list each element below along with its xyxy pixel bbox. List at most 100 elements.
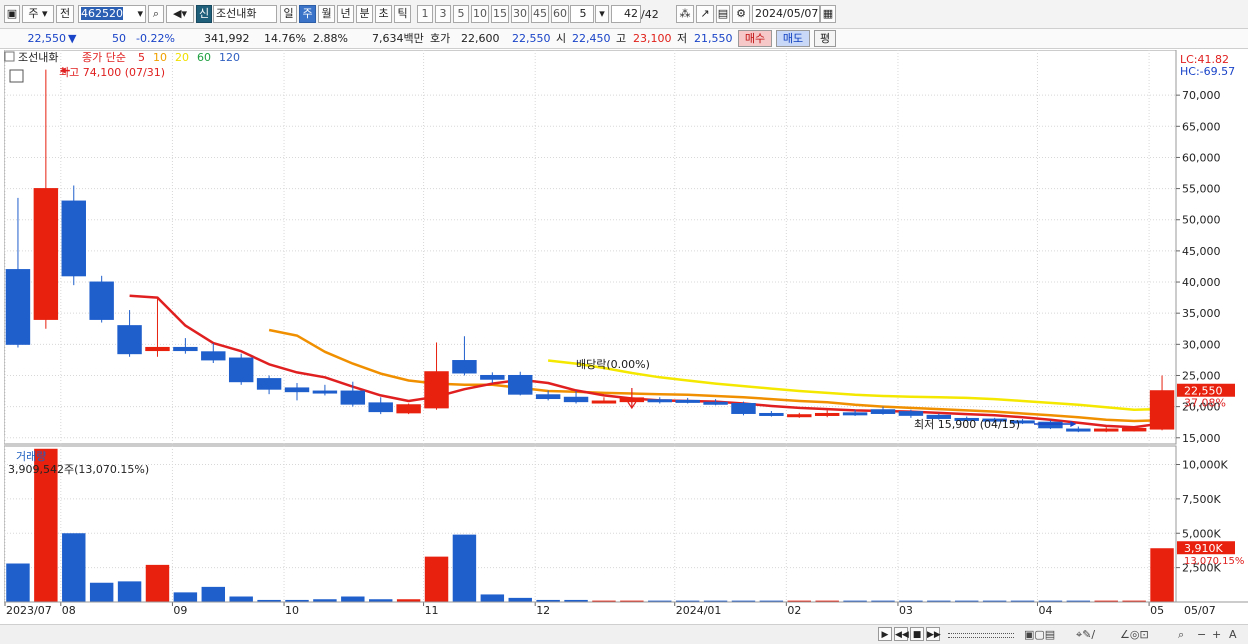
page-total: /42 <box>641 8 659 21</box>
zoom-in-icon[interactable]: + <box>1212 628 1221 641</box>
code-value: 462520 <box>81 7 123 20</box>
sell-button[interactable]: 매도 <box>776 30 810 47</box>
period-number-5[interactable]: 5 <box>453 5 469 23</box>
save-icon[interactable]: ▤ <box>716 5 730 23</box>
candle-body <box>452 360 477 374</box>
candle-body <box>842 412 868 416</box>
font-size-icon[interactable]: A <box>1229 628 1237 641</box>
legend-item-120: 120 <box>219 51 240 64</box>
zoom-out-icon[interactable]: − <box>1197 628 1206 641</box>
volume-bar <box>62 533 86 602</box>
market-select[interactable]: 주 ▾ <box>22 5 54 23</box>
candle-body <box>480 374 505 380</box>
scroll-right-icon[interactable]: ▶ <box>878 627 892 641</box>
high-annotation: 최고 74,100 (07/31) <box>59 66 165 79</box>
price-tick-label: 45,000 <box>1182 245 1221 258</box>
period-tab-0[interactable]: 일 <box>280 5 297 23</box>
period-number-45[interactable]: 45 <box>531 5 549 23</box>
time-tick-label: 04 <box>1038 604 1052 617</box>
calculator-icon[interactable] <box>9 69 24 83</box>
search-icon[interactable]: ⌕ <box>148 5 164 23</box>
draw-tools-icon[interactable]: ∠◎⊡ <box>1120 628 1149 641</box>
layout-icon[interactable]: ▣▢▤ <box>1024 628 1055 641</box>
volume-title: 거래량 <box>16 450 46 463</box>
time-tick-label: 02 <box>787 604 801 617</box>
period-tab-6[interactable]: 틱 <box>394 5 411 23</box>
period-number-1[interactable]: 1 <box>417 5 433 23</box>
candle-body <box>870 409 896 414</box>
main-toolbar: ▣ 주 ▾ 전 462520 ▾ ⌕ ◀▾ 신 조선내화 일주월년분초틱 1351… <box>0 0 1248 29</box>
period-number-10[interactable]: 10 <box>471 5 489 23</box>
volume-bar <box>201 586 226 602</box>
quote-value-2: 22,550 <box>512 32 551 45</box>
candle-body <box>33 188 59 320</box>
rewind-icon[interactable]: ◀◀ <box>894 627 909 641</box>
period-tab-4[interactable]: 분 <box>356 5 373 23</box>
time-tick-label: 09 <box>173 604 187 617</box>
crosshair-icon[interactable]: ⌖✎∕ <box>1076 628 1095 642</box>
avg-button[interactable]: 평 <box>814 30 836 47</box>
stock-chart[interactable]: 70,000 65,000 60,000 55,000 50,000 45,000 40,0… <box>4 50 1248 624</box>
stop-icon[interactable]: ■ <box>910 627 924 641</box>
panel-collapse-icon[interactable] <box>4 51 15 62</box>
high-value: 23,100 <box>633 32 672 45</box>
page-input[interactable]: 42 <box>611 5 641 23</box>
candle-body <box>1149 390 1175 430</box>
candle-body <box>256 378 282 390</box>
count-input[interactable]: 5 <box>570 5 594 23</box>
period-number-30[interactable]: 30 <box>511 5 529 23</box>
high-label: 고 <box>616 32 627 45</box>
quote-info-bar: 22,550 ▼ 50 -0.22% 341,992 14.76% 2.88% … <box>0 29 1248 49</box>
date-input[interactable]: 2024/05/07 <box>752 5 820 23</box>
volume-bar <box>452 534 477 602</box>
time-tick-label: 03 <box>899 604 913 617</box>
period-tab-1[interactable]: 주 <box>299 5 316 23</box>
candle-body <box>340 390 366 405</box>
period-number-15[interactable]: 15 <box>491 5 509 23</box>
low-annotation: 최저 15,900 (04/15) <box>914 418 1020 431</box>
candle-body <box>787 414 812 418</box>
current-volume-tag: 3,910K <box>1184 542 1223 555</box>
time-tick-label: 12 <box>536 604 550 617</box>
price-change: 50 <box>112 32 126 45</box>
price-tick-label: 35,000 <box>1182 307 1221 320</box>
candle-body <box>814 412 840 416</box>
period-tab-3[interactable]: 년 <box>337 5 354 23</box>
volume-bar <box>508 597 532 602</box>
candle-body <box>228 357 254 383</box>
compare-icon[interactable]: ⁂ <box>676 5 694 23</box>
candle-body <box>563 396 589 403</box>
volume-bar <box>1150 548 1174 602</box>
quote-label: 호가 <box>430 32 451 45</box>
candle-body <box>508 374 533 395</box>
time-tick-label: 10 <box>285 604 299 617</box>
calendar-icon[interactable]: ▦ <box>820 5 836 23</box>
period-tab-5[interactable]: 초 <box>375 5 392 23</box>
buy-button[interactable]: 매수 <box>738 30 772 47</box>
speaker-icon[interactable]: ◀▾ <box>166 5 194 23</box>
hc-value: HC:-69.57 <box>1180 65 1235 78</box>
fast-forward-icon[interactable]: ▶▶ <box>926 627 941 641</box>
time-tick-label: 11 <box>425 604 439 617</box>
period-tab-2[interactable]: 월 <box>318 5 335 23</box>
code-input[interactable]: 462520 ▾ <box>78 5 146 23</box>
gear-icon[interactable]: ⚙ <box>732 5 750 23</box>
draw-tool-icon[interactable]: ↗ <box>696 5 714 23</box>
candle-body <box>368 402 393 413</box>
zoom-icon[interactable]: ⌕ <box>1178 628 1184 642</box>
prev-button[interactable]: 전 <box>56 5 74 23</box>
stock-name-field[interactable]: 조선내화 <box>213 5 277 23</box>
time-tick-label: 08 <box>62 604 76 617</box>
period-number-3[interactable]: 3 <box>435 5 451 23</box>
count-dropdown-icon[interactable]: ▾ <box>595 5 609 23</box>
time-tick-label: 2024/01 <box>676 604 722 617</box>
candle-body <box>89 281 114 320</box>
period-number-60[interactable]: 60 <box>551 5 569 23</box>
volume-tick-label: 10,000K <box>1182 459 1228 472</box>
volume-bar <box>117 581 142 602</box>
candle-body <box>703 401 728 405</box>
low-label: 저 <box>677 32 688 45</box>
zoom-slider[interactable] <box>948 633 1014 638</box>
window-menu-icon[interactable]: ▣ <box>4 5 20 23</box>
stock-tag: 조선내화 <box>18 51 58 64</box>
